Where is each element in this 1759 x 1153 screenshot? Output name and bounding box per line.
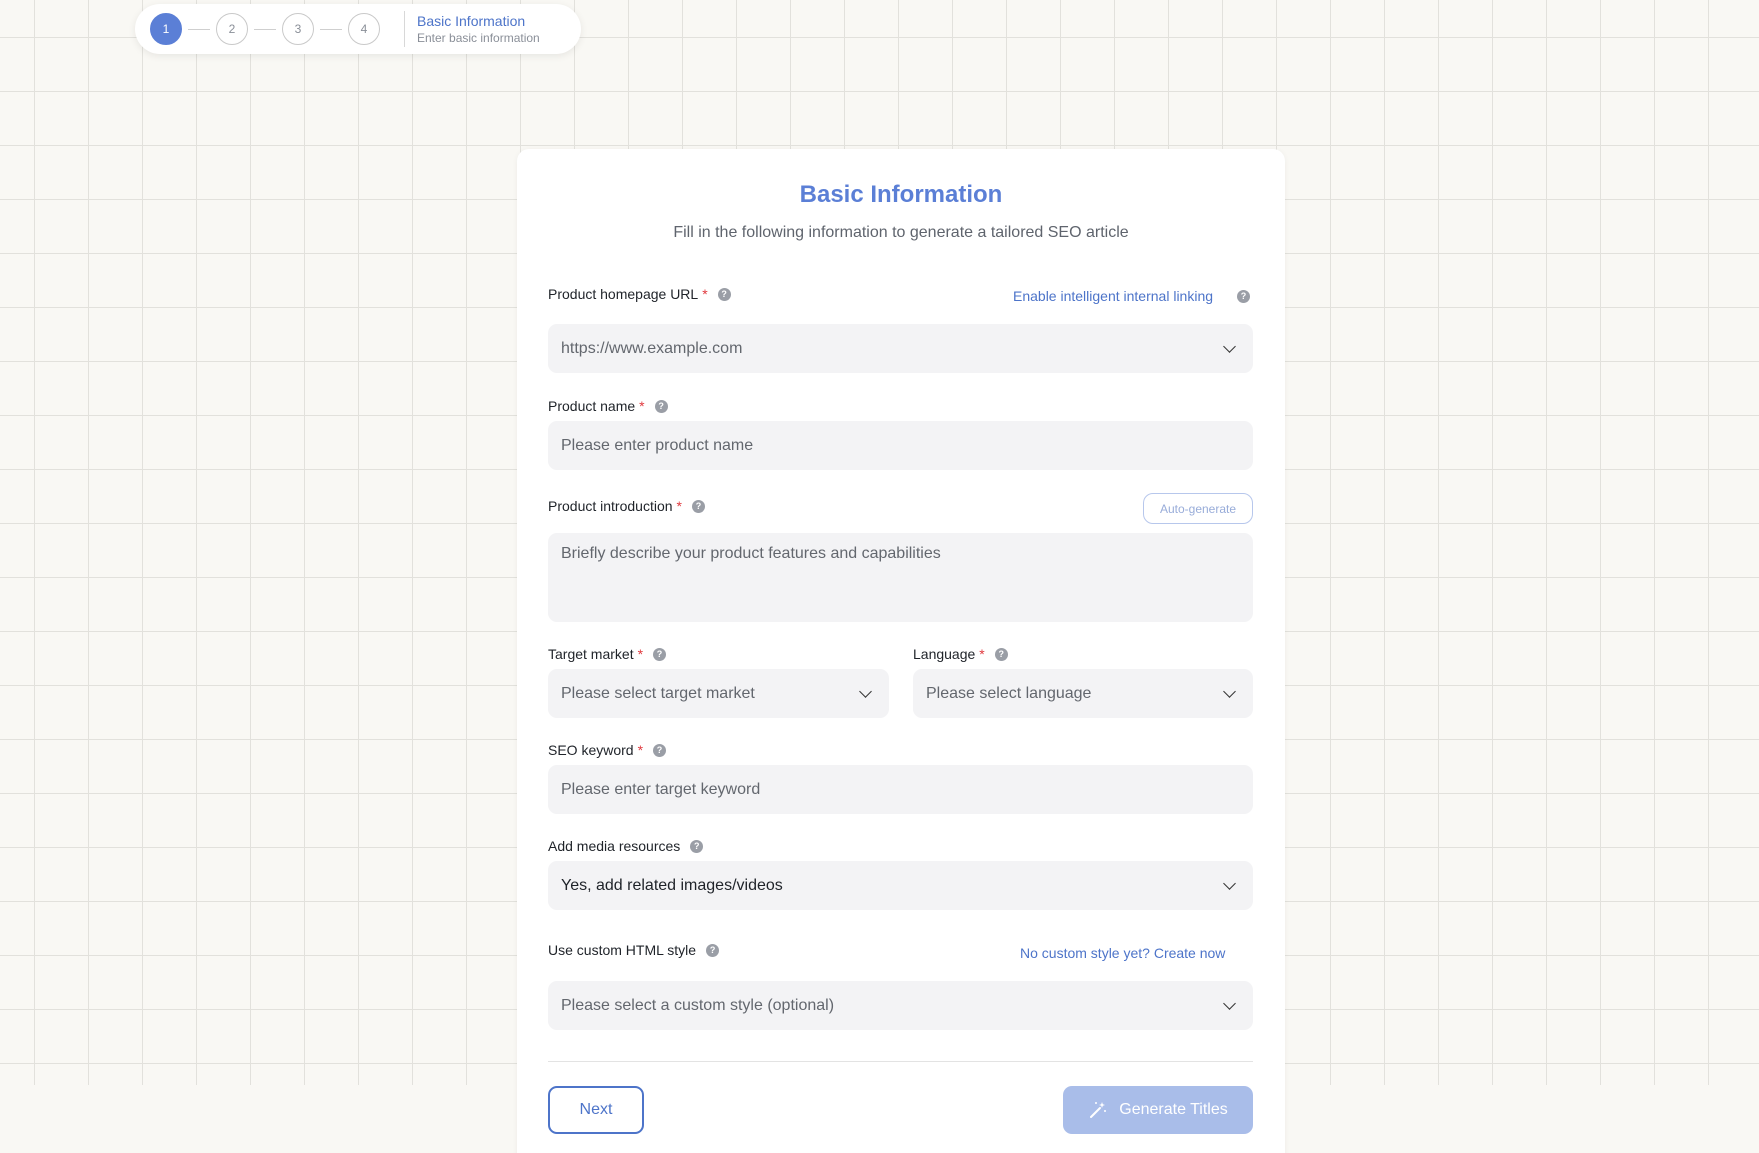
next-button[interactable]: Next (548, 1086, 644, 1134)
chevron-down-icon (1223, 339, 1236, 353)
step-1[interactable]: 1 (150, 13, 182, 45)
help-icon[interactable]: ? (1237, 290, 1250, 303)
step-connector (320, 28, 342, 30)
media-resources-label: Add media resources ? (548, 838, 704, 854)
media-resources-label-text: Add media resources (548, 838, 681, 854)
product-name-input[interactable]: Please enter product name (548, 421, 1253, 470)
product-intro-label: Product introduction * ? (548, 498, 705, 514)
product-name-label-text: Product name (548, 398, 636, 414)
chevron-down-icon (1223, 876, 1236, 890)
custom-style-placeholder: Please select a custom style (optional) (561, 996, 835, 1014)
required-marker: * (639, 398, 645, 414)
step-connector (188, 28, 210, 30)
help-icon[interactable]: ? (706, 943, 720, 957)
page: 1 2 3 4 Basic Information Enter basic in… (0, 0, 1759, 1153)
progress-stepper: 1 2 3 4 Basic Information Enter basic in… (135, 4, 581, 54)
form-subtitle: Fill in the following information to gen… (673, 224, 1129, 241)
custom-style-label: Use custom HTML style ? (548, 942, 720, 958)
form-card: Basic Information Fill in the following … (517, 149, 1285, 1153)
required-marker: * (637, 646, 644, 662)
homepage-url-label: Product homepage URL * ? (548, 286, 731, 302)
language-select[interactable]: Please select language (913, 669, 1253, 718)
seo-keyword-input[interactable]: Please enter target keyword (548, 765, 1253, 814)
help-icon[interactable]: ? (691, 499, 705, 513)
current-step-subtitle: Enter basic information (417, 31, 540, 45)
create-custom-style-link[interactable]: No custom style yet? Create now (1020, 945, 1225, 961)
help-icon[interactable]: ? (653, 743, 667, 757)
help-icon[interactable]: ? (654, 399, 668, 413)
chevron-down-icon (1223, 996, 1236, 1010)
product-intro-textarea[interactable]: Briefly describe your product features a… (548, 533, 1253, 622)
help-icon[interactable]: ? (653, 647, 667, 661)
custom-style-select[interactable]: Please select a custom style (optional) (548, 981, 1253, 1030)
generate-titles-label: Generate Titles (1119, 1101, 1228, 1118)
product-name-placeholder: Please enter product name (561, 436, 754, 454)
target-market-label: Target market * ? (548, 646, 667, 662)
auto-generate-button[interactable]: Auto-generate (1143, 493, 1253, 524)
chevron-down-icon (859, 684, 872, 698)
magic-wand-icon (1090, 1102, 1107, 1118)
homepage-url-placeholder: https://www.example.com (561, 339, 743, 357)
step-3[interactable]: 3 (282, 13, 314, 45)
homepage-url-label-text: Product homepage URL (548, 286, 699, 302)
product-intro-placeholder: Briefly describe your product features a… (561, 545, 941, 562)
target-market-placeholder: Please select target market (561, 684, 755, 702)
step-connector (254, 28, 276, 30)
homepage-url-select[interactable]: https://www.example.com (548, 324, 1253, 373)
divider (548, 1061, 1253, 1062)
language-label-text: Language (913, 646, 976, 662)
form-title: Basic Information (799, 181, 1003, 208)
required-marker: * (979, 646, 985, 662)
product-name-label: Product name * ? (548, 398, 668, 414)
language-label: Language * ? (913, 646, 1008, 662)
target-market-label-text: Target market (548, 646, 634, 662)
generate-titles-button[interactable]: Generate Titles (1063, 1086, 1253, 1134)
media-resources-select[interactable]: Yes, add related images/videos (548, 861, 1253, 910)
product-intro-label-text: Product introduction (548, 498, 673, 514)
seo-keyword-placeholder: Please enter target keyword (561, 780, 761, 798)
media-resources-value: Yes, add related images/videos (561, 876, 783, 894)
target-market-select[interactable]: Please select target market (548, 669, 889, 718)
help-icon[interactable]: ? (690, 839, 704, 853)
current-step-title: Basic Information (417, 13, 526, 29)
required-marker: * (637, 742, 644, 758)
step-2[interactable]: 2 (216, 13, 248, 45)
help-icon[interactable]: ? (994, 647, 1008, 661)
required-marker: * (702, 286, 708, 302)
enable-internal-linking-link[interactable]: Enable intelligent internal linking (1013, 288, 1213, 304)
seo-keyword-label-text: SEO keyword (548, 742, 634, 758)
current-step-info: Basic Information Enter basic informatio… (404, 11, 540, 47)
custom-style-label-text: Use custom HTML style (548, 942, 697, 958)
step-4[interactable]: 4 (348, 13, 380, 45)
language-placeholder: Please select language (926, 684, 1092, 702)
chevron-down-icon (1223, 684, 1236, 698)
help-icon[interactable]: ? (717, 287, 731, 301)
required-marker: * (676, 498, 682, 514)
seo-keyword-label: SEO keyword * ? (548, 742, 667, 758)
